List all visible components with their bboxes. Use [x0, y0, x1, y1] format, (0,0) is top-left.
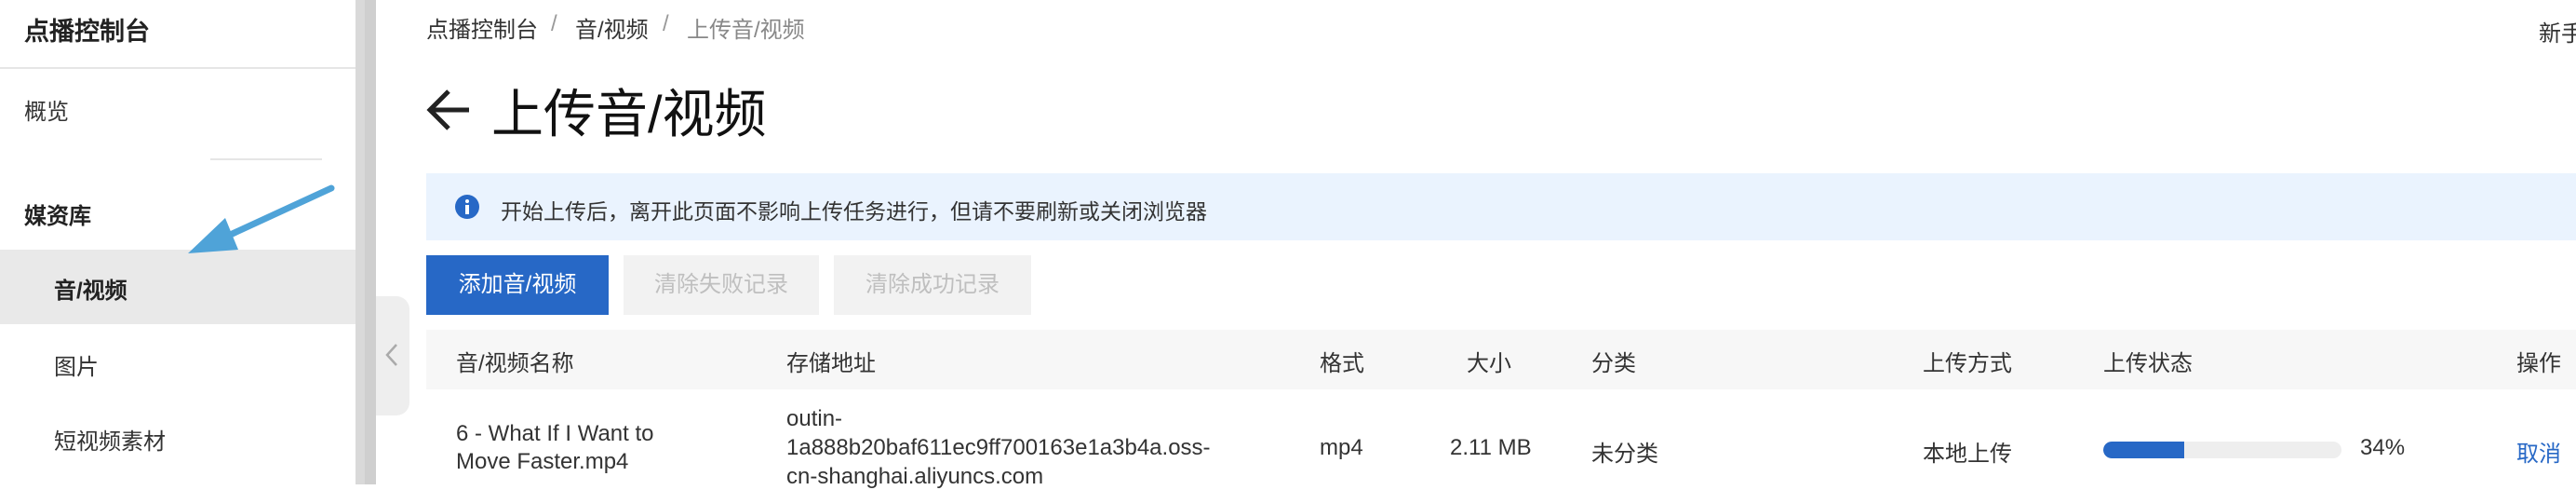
sidebar-item-overview[interactable]: 概览 — [24, 93, 69, 126]
column-header-actions: 操作 — [2516, 351, 2561, 376]
upload-progress-percent: 34% — [2360, 435, 2406, 460]
file-category: 未分类 — [1591, 442, 1658, 467]
add-audio-video-button[interactable]: 添加音/视频 — [426, 255, 609, 315]
breadcrumb-separator: / — [663, 11, 669, 36]
breadcrumb-item-console[interactable]: 点播控制台 — [426, 11, 538, 44]
back-arrow-icon[interactable] — [424, 86, 473, 134]
breadcrumb-separator: / — [551, 11, 557, 36]
chevron-left-icon — [385, 344, 397, 366]
upload-progress-fill — [2103, 442, 2185, 458]
column-header-upload-method: 上传方式 — [1923, 351, 2012, 376]
clear-success-records-button[interactable]: 清除成功记录 — [834, 255, 1031, 315]
sidebar-item-images[interactable]: 图片 — [54, 348, 99, 381]
file-name-line: 6 - What If I Want to — [456, 421, 654, 446]
column-header-category: 分类 — [1591, 351, 1636, 376]
file-name-line: Move Faster.mp4 — [456, 449, 629, 474]
storage-address-line: 1a888b20baf611ec9ff700163e1a3b4a.oss- — [786, 435, 1211, 460]
sidebar-item-short-video-materials[interactable]: 短视频素材 — [54, 423, 166, 456]
column-header-address: 存储地址 — [786, 351, 876, 376]
upload-method: 本地上传 — [1923, 442, 2012, 467]
info-icon — [455, 195, 479, 219]
sidebar-divider — [210, 158, 322, 160]
file-format: mp4 — [1320, 435, 1363, 460]
page-title: 上传音/视频 — [491, 85, 767, 143]
breadcrumb-item-audio-video[interactable]: 音/视频 — [575, 11, 649, 44]
file-size: 2.11 MB — [1450, 435, 1532, 460]
sidebar-title: 点播控制台 — [24, 18, 150, 46]
column-header-size: 大小 — [1467, 351, 1511, 376]
cancel-upload-link[interactable]: 取消 — [2516, 435, 2561, 468]
storage-address-line: outin- — [786, 406, 843, 431]
annotation-arrow-icon — [188, 184, 335, 253]
alert-text: 开始上传后，离开此页面不影响上传任务进行，但请不要刷新或关闭浏览器 — [501, 199, 1207, 224]
column-header-upload-status: 上传状态 — [2103, 351, 2193, 376]
column-header-format: 格式 — [1320, 351, 1364, 376]
newbie-guide-link[interactable]: 新手 — [2539, 15, 2576, 48]
sidebar-item-label: 音/视频 — [54, 279, 127, 304]
sidebar-splitter-shade — [365, 0, 376, 484]
storage-address-line: cn-shanghai.aliyuncs.com — [786, 464, 1044, 489]
clear-failed-records-button[interactable]: 清除失败记录 — [624, 255, 819, 315]
sidebar-divider — [0, 67, 356, 69]
column-header-name: 音/视频名称 — [456, 351, 574, 376]
upload-progress-bar — [2103, 442, 2341, 458]
sidebar-collapse-toggle[interactable] — [376, 296, 409, 415]
breadcrumb-item-current: 上传音/视频 — [687, 18, 805, 43]
sidebar-group-media-library: 媒资库 — [24, 204, 91, 229]
